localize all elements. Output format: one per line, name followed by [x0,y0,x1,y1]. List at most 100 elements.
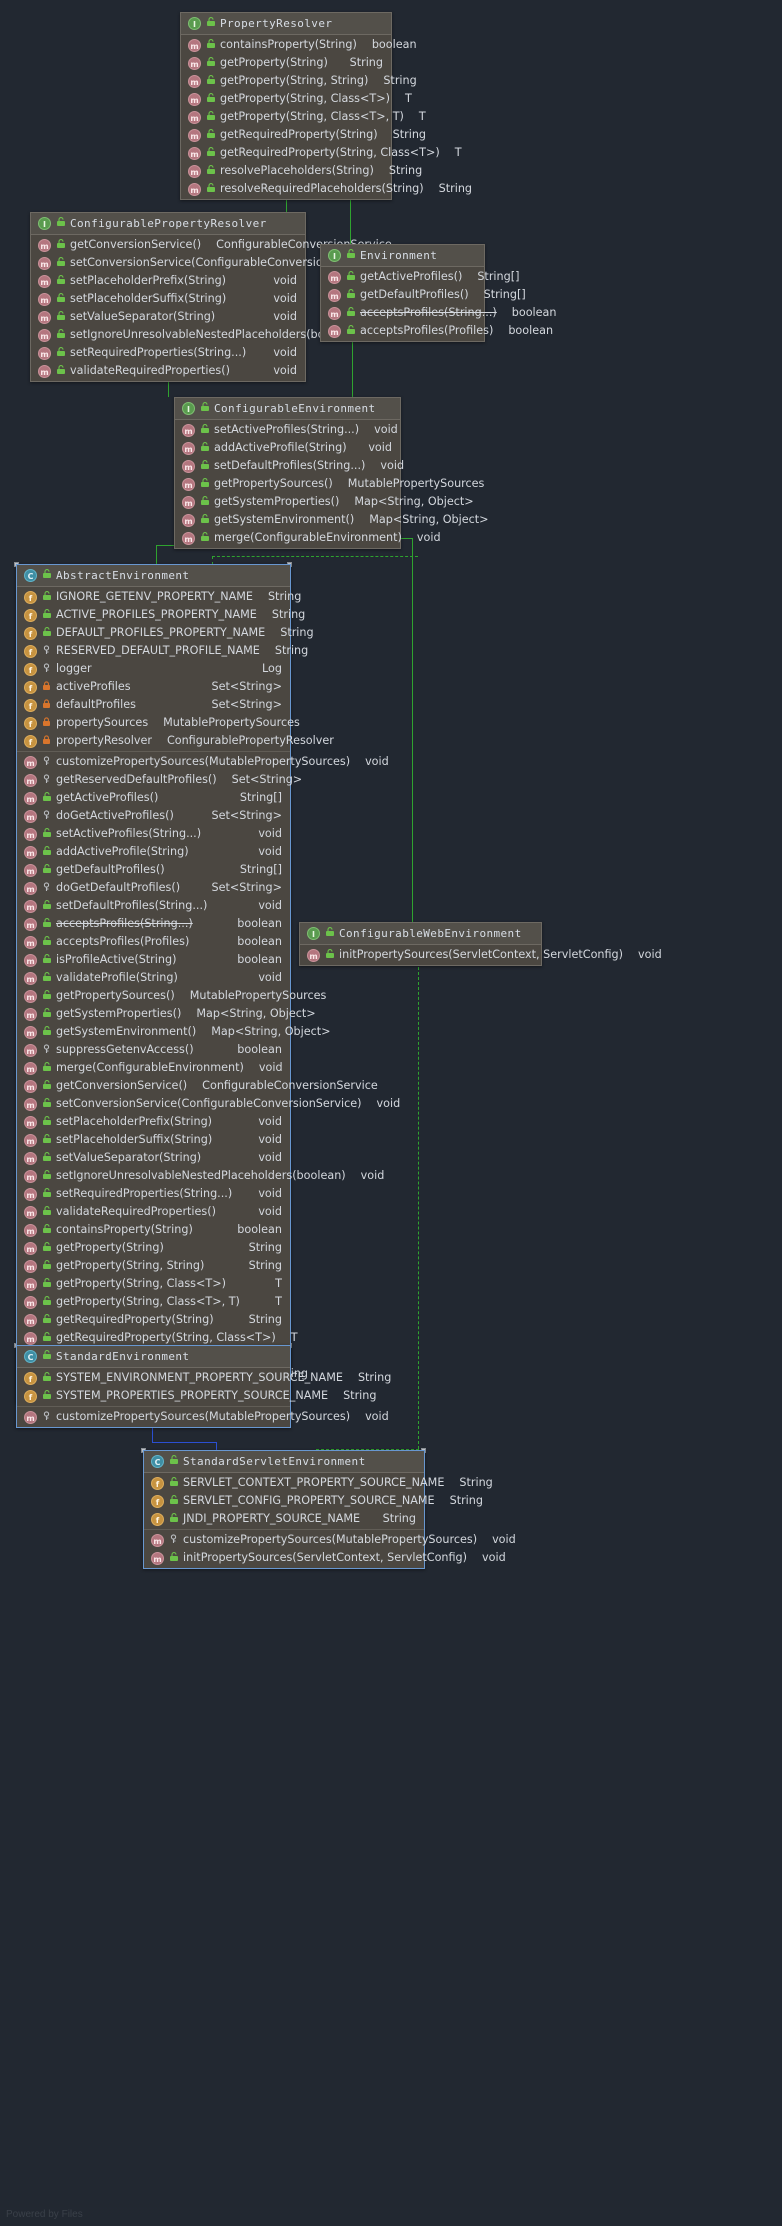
method-row[interactable]: m initPropertySources(ServletContext, Ser… [300,946,662,964]
method-row[interactable]: m getProperty(String, Class<T>) T [17,1275,290,1293]
method-row[interactable]: m setRequiredProperties(String...) void [17,1185,290,1203]
method-row[interactable]: m getConversionService() ConfigurableConve… [31,236,392,254]
method-row[interactable]: m getRequiredProperty(String) String [181,126,426,144]
method-row[interactable]: m addActiveProfile(String) void [17,843,290,861]
field-row[interactable]: f ACTIVE_PROFILES_PROPERTY_NAME String [17,606,305,624]
field-row[interactable]: f defaultProfiles Set<String> [17,696,290,714]
method-row[interactable]: m getSystemEnvironment() Map<String, Objec… [17,1023,331,1041]
method-row[interactable]: m getSystemProperties() Map<String, Object… [17,1005,316,1023]
method-row[interactable]: m validateRequiredProperties() void [31,362,305,380]
method-row[interactable]: m merge(ConfigurableEnvironment) void [17,1059,290,1077]
field-row[interactable]: f propertySources MutablePropertySources [17,714,300,732]
method-row[interactable]: m setDefaultProfiles(String...) void [17,897,290,915]
method-row[interactable]: m isProfileActive(String) boolean [17,951,290,969]
method-row[interactable]: m getDefaultProfiles() String[] [17,861,290,879]
method-row[interactable]: m initPropertySources(ServletContext, Ser… [144,1549,506,1567]
method-row[interactable]: m merge(ConfigurableEnvironment) void [175,529,441,547]
public-access-icon [206,38,215,52]
method-row[interactable]: m getProperty(String) String [181,54,391,72]
field-row[interactable]: f logger Log [17,660,290,678]
method-row[interactable]: m customizePropertySources(MutablePropert… [17,1408,389,1426]
field-row[interactable]: f IGNORE_GETENV_PROPERTY_NAME String [17,588,301,606]
method-row[interactable]: m getActiveProfiles() String[] [321,268,519,286]
method-row[interactable]: m validateRequiredProperties() void [17,1203,290,1221]
method-row[interactable]: m acceptsProfiles(Profiles) boolean [321,322,553,340]
method-row[interactable]: m resolveRequiredPlaceholders(String) Stri… [181,180,472,198]
method-row[interactable]: m getProperty(String, Class<T>, T) T [17,1293,290,1311]
class-box-header[interactable]: I ConfigurableWebEnvironment [300,923,541,945]
method-row[interactable]: m getSystemEnvironment() Map<String, Objec… [175,511,489,529]
method-row[interactable]: m getPropertySources() MutablePropertySour… [175,475,484,493]
field-row[interactable]: f JNDI_PROPERTY_SOURCE_NAME String [144,1510,424,1528]
class-box-header[interactable]: I ConfigurablePropertyResolver [31,213,305,235]
method-row[interactable]: m acceptsProfiles(String...) boolean [321,304,557,322]
method-row[interactable]: m resolvePlaceholders(String) String [181,162,422,180]
method-row[interactable]: m containsProperty(String) boolean [17,1221,290,1239]
method-row[interactable]: m getReservedDefaultProfiles() Set<String> [17,771,302,789]
method-row[interactable]: m setConversionService(ConfigurableConver… [31,254,414,272]
class-box-header[interactable]: C AbstractEnvironment [17,565,290,587]
class-box-header[interactable]: I ConfigurableEnvironment [175,398,400,420]
method-row[interactable]: m setPlaceholderSuffix(String) void [17,1131,290,1149]
method-row[interactable]: m setIgnoreUnresolvableNestedPlaceholders… [17,1167,384,1185]
method-row[interactable]: m setValueSeparator(String) void [17,1149,290,1167]
method-row[interactable]: m getProperty(String, Class<T>, T) T [181,108,426,126]
method-row[interactable]: m acceptsProfiles(String...) boolean [17,915,290,933]
class-box-header[interactable]: C StandardEnvironment [17,1346,290,1368]
method-row[interactable]: m getRequiredProperty(String, Class<T>) T [181,144,462,162]
method-row[interactable]: m validateProfile(String) void [17,969,290,987]
class-box-header[interactable]: I Environment [321,245,484,267]
method-row[interactable]: m suppressGetenvAccess() boolean [17,1041,290,1059]
method-row[interactable]: m acceptsProfiles(Profiles) boolean [17,933,290,951]
method-row[interactable]: m setValueSeparator(String) void [31,308,305,326]
method-row[interactable]: m doGetActiveProfiles() Set<String> [17,807,290,825]
private-access-icon [42,734,51,748]
method-row[interactable]: m getRequiredProperty(String) String [17,1311,290,1329]
method-row[interactable]: m setPlaceholderPrefix(String) void [31,272,305,290]
method-row[interactable]: m setRequiredProperties(String...) void [31,344,305,362]
class-box-ConfigurableEnvironment[interactable]: I ConfigurableEnvironment m setActiveProfil… [174,397,489,549]
class-box-Environment[interactable]: I Environment m getActiveProfiles() String[]… [320,244,557,342]
field-kind-icon: f [24,716,37,730]
class-box-StandardServletEnvironment[interactable]: C StandardServletEnvironment f SERVLET_CONT… [143,1450,516,1569]
class-box-PropertyResolver[interactable]: I PropertyResolver m containsProperty(Strin… [180,12,472,200]
method-row[interactable]: m getActiveProfiles() String[] [17,789,290,807]
method-kind-icon: m [24,1151,37,1165]
method-row[interactable]: m addActiveProfile(String) void [175,439,400,457]
method-row[interactable]: m getProperty(String, Class<T>) T [181,90,412,108]
method-row[interactable]: m getConversionService() ConfigurableConve… [17,1077,378,1095]
method-row[interactable]: m setActiveProfiles(String...) void [17,825,290,843]
method-row[interactable]: m setPlaceholderPrefix(String) void [17,1113,290,1131]
class-box-AbstractEnvironment[interactable]: C AbstractEnvironment f IGNORE_GETENV_PROPE… [16,564,400,1403]
field-row[interactable]: f SERVLET_CONFIG_PROPERTY_SOURCE_NAME Stri… [144,1492,483,1510]
field-row[interactable]: f SYSTEM_ENVIRONMENT_PROPERTY_SOURCE_NAME… [17,1369,391,1387]
method-row[interactable]: m containsProperty(String) boolean [181,36,417,54]
class-box-StandardEnvironment[interactable]: C StandardEnvironment f SYSTEM_ENVIRONMENT_… [16,1345,391,1428]
class-box-ConfigurableWebEnvironment[interactable]: I ConfigurableWebEnvironment m initProperty… [299,922,662,966]
method-row[interactable]: m setIgnoreUnresolvableNestedPlaceholders… [31,326,398,344]
field-row[interactable]: f propertyResolver ConfigurablePropertyRes… [17,732,334,750]
method-row[interactable]: m customizePropertySources(MutablePropert… [17,753,389,771]
class-box-header[interactable]: I PropertyResolver [181,13,391,35]
field-row[interactable]: f activeProfiles Set<String> [17,678,290,696]
public-access-icon [200,531,209,545]
method-row[interactable]: m getProperty(String, String) String [181,72,417,90]
method-row[interactable]: m getProperty(String, String) String [17,1257,290,1275]
method-row[interactable]: m getProperty(String) String [17,1239,290,1257]
field-row[interactable]: f RESERVED_DEFAULT_PROFILE_NAME String [17,642,308,660]
method-row[interactable]: m setPlaceholderSuffix(String) void [31,290,305,308]
field-row[interactable]: f SERVLET_CONTEXT_PROPERTY_SOURCE_NAME Str… [144,1474,493,1492]
method-row[interactable]: m setActiveProfiles(String...) void [175,421,400,439]
field-row[interactable]: f SYSTEM_PROPERTIES_PROPERTY_SOURCE_NAME S… [17,1387,376,1405]
class-box-header[interactable]: C StandardServletEnvironment [144,1451,424,1473]
field-row[interactable]: f DEFAULT_PROFILES_PROPERTY_NAME String [17,624,314,642]
method-row[interactable]: m getPropertySources() MutablePropertySour… [17,987,326,1005]
method-row[interactable]: m doGetDefaultProfiles() Set<String> [17,879,290,897]
method-row[interactable]: m getSystemProperties() Map<String, Object… [175,493,474,511]
class-name: Environment [360,249,438,262]
method-row[interactable]: m setDefaultProfiles(String...) void [175,457,404,475]
method-row[interactable]: m customizePropertySources(MutablePropert… [144,1531,516,1549]
method-row[interactable]: m getDefaultProfiles() String[] [321,286,526,304]
class-box-ConfigurablePropertyResolver[interactable]: I ConfigurablePropertyResolver m getConvers… [30,212,414,382]
method-row[interactable]: m setConversionService(ConfigurableConver… [17,1095,400,1113]
